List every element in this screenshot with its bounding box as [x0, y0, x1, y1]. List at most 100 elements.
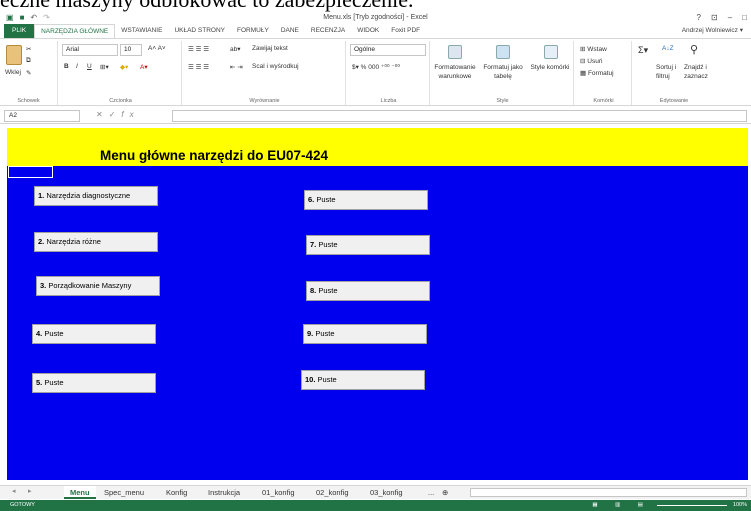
align-top-icon[interactable]: ☰ ☰ ☰ — [188, 45, 209, 53]
maximize-icon[interactable]: □ — [742, 13, 747, 22]
menu-button-9[interactable]: 9. Puste — [303, 324, 427, 344]
paste-icon[interactable] — [6, 45, 22, 65]
bold-button[interactable]: B — [64, 63, 69, 70]
menu-button-3-label: Porządkowanie Maszyny — [48, 281, 132, 290]
sheet-tab-01-konfig[interactable]: 01_konfig — [262, 486, 295, 499]
user-account[interactable]: Andrzej Wolniewicz ▾ — [682, 24, 743, 38]
menu-button-3-num: 3. — [40, 281, 47, 290]
more-sheets-button[interactable]: ... — [428, 486, 434, 499]
cut-icon[interactable]: ✂ — [26, 45, 31, 53]
worksheet-area[interactable]: Menu główne narzędzi do EU07-424 1. Narz… — [7, 128, 748, 480]
autosum-icon[interactable]: Σ▾ — [638, 45, 648, 56]
format-painter-icon[interactable]: ✎ — [26, 69, 31, 77]
zoom-level[interactable]: 100% — [733, 500, 747, 511]
scroll-left-icon[interactable]: ◂ — [12, 487, 16, 495]
font-name-select[interactable]: Arial — [62, 44, 118, 56]
group-label-alignment: Wyrównanie — [249, 98, 280, 104]
insert-function-icon[interactable]: fx — [121, 110, 139, 119]
tab-foxit-pdf[interactable]: Foxit PDF — [385, 24, 426, 38]
sheet-tab-spec-menu[interactable]: Spec_menu — [104, 486, 144, 499]
group-label-styles: Style — [496, 98, 509, 104]
menu-button-2[interactable]: 2. Narzędzia różne — [34, 232, 158, 252]
sheet-title: Menu główne narzędzi do EU07-424 — [100, 148, 329, 163]
tab-data[interactable]: DANE — [275, 24, 305, 38]
formula-input[interactable] — [172, 110, 747, 122]
align-left-icon[interactable]: ☰ ☰ ☰ — [188, 63, 209, 71]
cell-styles-button[interactable]: Style komórki — [529, 63, 571, 72]
tab-view[interactable]: WIDOK — [351, 24, 385, 38]
sheet-tab-03-konfig[interactable]: 03_konfig — [370, 486, 403, 499]
merge-center-button[interactable]: Scal i wyśrodkuj — [252, 63, 299, 70]
find-binoculars-icon[interactable]: ⚲ — [690, 43, 698, 56]
grow-font-icon[interactable]: A˄ A˅ — [148, 45, 166, 52]
tab-insert[interactable]: WSTAWIANIE — [115, 24, 168, 38]
menu-button-10[interactable]: 10. Puste — [301, 370, 425, 390]
menu-button-2-num: 2. — [38, 237, 45, 246]
fill-color-icon[interactable]: ◆▾ — [120, 63, 128, 71]
tab-file[interactable]: PLIK — [4, 24, 35, 38]
menu-button-10-label: Puste — [317, 375, 337, 384]
new-sheet-icon[interactable]: ⊕ — [442, 486, 448, 499]
formula-bar: A2 ✕✓fx — [0, 108, 751, 124]
name-box[interactable]: A2 — [4, 110, 80, 122]
delete-cells-button[interactable]: ⊟ Usuń — [580, 57, 602, 65]
menu-button-4[interactable]: 4. Puste — [32, 324, 156, 344]
insert-cells-button[interactable]: ⊞ Wstaw — [580, 45, 607, 53]
menu-button-7-label: Puste — [318, 240, 338, 249]
format-as-table-button[interactable]: Formatuj jako tabelę — [479, 63, 527, 81]
group-number: Ogólne $▾ % 000 ⁺⁰⁰ ⁻⁰⁰ Liczba — [348, 41, 430, 105]
view-buttons[interactable]: ▦ ▥ ▤ — [592, 500, 651, 511]
font-size-select[interactable]: 10 — [120, 44, 142, 56]
find-select-button[interactable]: Znajdź i zaznacz — [684, 63, 714, 81]
underline-button[interactable]: U — [87, 63, 92, 70]
orientation-icon[interactable]: ab▾ — [230, 45, 241, 53]
sheet-tab-konfig[interactable]: Konfig — [166, 486, 187, 499]
horizontal-scrollbar[interactable] — [470, 488, 747, 497]
menu-button-10-num: 10. — [305, 375, 316, 384]
menu-button-5[interactable]: 5. Puste — [32, 373, 156, 393]
sort-filter-button[interactable]: Sortuj i filtruj — [656, 63, 682, 81]
sheet-tab-menu[interactable]: Menu — [64, 486, 96, 499]
title-banner: Menu główne narzędzi do EU07-424 — [7, 128, 748, 166]
conditional-format-button[interactable]: Formatowanie warunkowe — [433, 63, 477, 81]
menu-button-6[interactable]: 6. Puste — [304, 190, 428, 210]
ribbon-display-icon[interactable]: ⊡ — [711, 13, 718, 22]
italic-button[interactable]: I — [76, 63, 78, 70]
indent-icon[interactable]: ⇤ ⇥ — [230, 63, 243, 71]
menu-button-4-num: 4. — [36, 329, 43, 338]
conditional-format-icon[interactable] — [448, 45, 462, 59]
menu-button-7[interactable]: 7. Puste — [306, 235, 430, 255]
tab-review[interactable]: RECENZJA — [305, 24, 351, 38]
cell-styles-icon[interactable] — [544, 45, 558, 59]
menu-button-8-num: 8. — [310, 286, 317, 295]
scroll-right-icon[interactable]: ▸ — [28, 487, 32, 495]
currency-icon[interactable]: $▾ % 000 ⁺⁰⁰ ⁻⁰⁰ — [352, 63, 400, 71]
copy-icon[interactable]: ⧉ — [26, 57, 31, 65]
tab-page-layout[interactable]: UKŁAD STRONY — [168, 24, 231, 38]
ribbon: Wklej ✂ ⧉ ✎ Schowek Arial 10 A˄ A˅ B I U… — [0, 38, 751, 106]
tab-home[interactable]: NARZĘDZIA GŁÓWNE — [34, 24, 116, 38]
menu-button-5-num: 5. — [36, 378, 43, 387]
zoom-slider[interactable] — [657, 505, 727, 506]
sheet-tab-02-konfig[interactable]: 02_konfig — [316, 486, 349, 499]
help-icon[interactable]: ? — [697, 13, 701, 22]
number-format-select[interactable]: Ogólne — [350, 44, 426, 56]
minimize-icon[interactable]: – — [728, 13, 732, 22]
menu-button-8[interactable]: 8. Puste — [306, 281, 430, 301]
borders-icon[interactable]: ⊞▾ — [100, 63, 109, 71]
paste-button[interactable]: Wklej — [5, 69, 21, 76]
format-cells-button[interactable]: ▦ Formatuj — [580, 69, 614, 77]
cancel-icon[interactable]: ✕ — [96, 110, 109, 119]
format-cells-label: Formatuj — [587, 70, 614, 77]
menu-button-1[interactable]: 1. Narzędzia diagnostyczne — [34, 186, 158, 206]
menu-button-3[interactable]: 3. Porządkowanie Maszyny — [36, 276, 160, 296]
tab-formulas[interactable]: FORMUŁY — [231, 24, 275, 38]
enter-icon[interactable]: ✓ — [109, 110, 122, 119]
wrap-text-button[interactable]: Zawijaj tekst — [252, 45, 288, 52]
font-color-icon[interactable]: A▾ — [140, 63, 148, 71]
sheet-tab-instrukcja[interactable]: Instrukcja — [208, 486, 240, 499]
format-table-icon[interactable] — [496, 45, 510, 59]
ribbon-tab-bar: PLIK NARZĘDZIA GŁÓWNE WSTAWIANIE UKŁAD S… — [0, 24, 751, 38]
sort-filter-icon[interactable]: A↓Z — [662, 45, 674, 52]
selected-cell-a2[interactable] — [8, 166, 53, 178]
